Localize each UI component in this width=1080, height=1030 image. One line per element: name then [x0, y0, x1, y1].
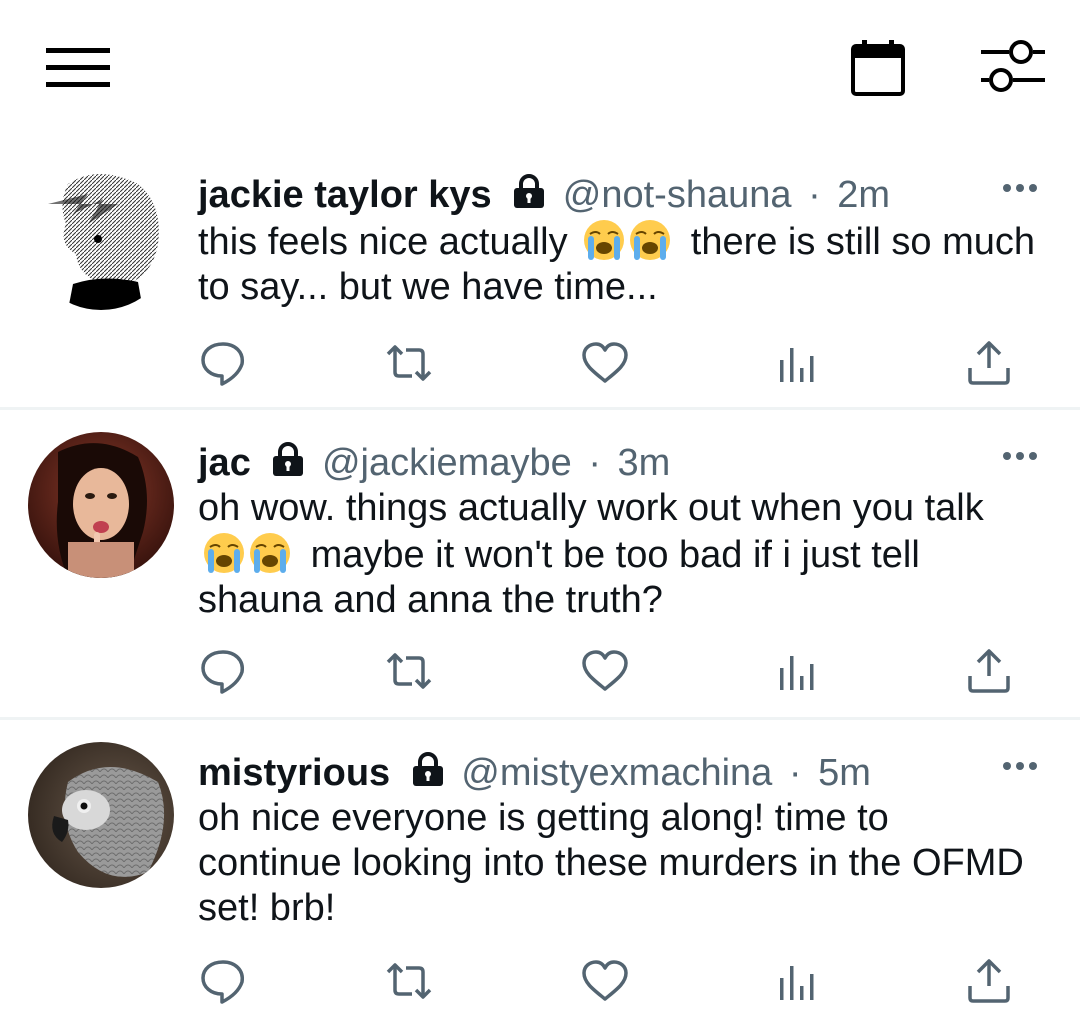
tweet-text: oh wow. things actually work out when yo… [198, 486, 1038, 623]
analytics-icon[interactable] [772, 646, 822, 696]
like-heart-icon[interactable] [580, 956, 630, 1006]
crying-emoji-icon [202, 531, 294, 575]
tweet-text: oh nice everyone is getting along! time … [198, 796, 1038, 931]
lock-icon [411, 752, 445, 799]
tweet[interactable]: jac @jackiemaybe · 3m oh wow. things act… [0, 410, 1080, 720]
tweet-actions [198, 646, 1018, 698]
display-name[interactable]: jac [198, 442, 251, 484]
handle[interactable]: @jackiemaybe [322, 442, 572, 484]
reply-icon[interactable] [198, 646, 248, 696]
calendar-icon[interactable] [846, 36, 910, 102]
tweet-text-part: this feels nice actually [198, 221, 568, 263]
tweet-actions [198, 338, 1018, 390]
reply-icon[interactable] [198, 338, 248, 388]
tweet-actions [198, 956, 1018, 1008]
crying-emoji-icon [582, 218, 674, 262]
tweet[interactable]: mistyrious @mistyexmachina · 5m oh nice … [0, 720, 1080, 1030]
more-options-icon[interactable] [1000, 756, 1040, 776]
reply-icon[interactable] [198, 956, 248, 1006]
like-heart-icon[interactable] [580, 338, 630, 388]
share-icon[interactable] [964, 646, 1014, 696]
like-heart-icon[interactable] [580, 646, 630, 696]
handle[interactable]: @not-shauna [563, 174, 792, 216]
retweet-icon[interactable] [384, 646, 434, 696]
timestamp[interactable]: 3m [618, 442, 671, 484]
lock-icon [512, 174, 546, 221]
tweet-text-part: maybe it won't be too bad if i just tell… [198, 534, 920, 621]
separator: · [808, 174, 821, 216]
display-name[interactable]: jackie taylor kys [198, 174, 492, 216]
more-options-icon[interactable] [1000, 446, 1040, 466]
lock-icon [271, 442, 305, 489]
separator: · [788, 752, 802, 794]
tweet-header: jackie taylor kys @not-shauna · 2m [198, 172, 1020, 221]
retweet-icon[interactable] [384, 338, 434, 388]
handle[interactable]: @mistyexmachina [461, 752, 772, 794]
timestamp[interactable]: 2m [837, 174, 890, 216]
avatar[interactable] [28, 432, 174, 578]
filter-sliders-icon[interactable] [975, 36, 1051, 96]
separator: · [588, 442, 601, 484]
tweet-text: this feels nice actually there is still … [198, 218, 1038, 310]
tweet-text-part: oh wow. things actually work out when yo… [198, 487, 984, 529]
tweet[interactable]: jackie taylor kys @not-shauna · 2m this … [0, 100, 1080, 410]
retweet-icon[interactable] [384, 956, 434, 1006]
tweet-text-part: oh nice everyone is getting along! time … [198, 797, 1024, 929]
analytics-icon[interactable] [772, 338, 822, 388]
avatar[interactable] [28, 164, 174, 310]
avatar[interactable] [28, 742, 174, 888]
hamburger-menu-icon[interactable] [40, 40, 116, 96]
display-name[interactable]: mistyrious [198, 752, 390, 794]
share-icon[interactable] [964, 956, 1014, 1006]
analytics-icon[interactable] [772, 956, 822, 1006]
more-options-icon[interactable] [1000, 178, 1040, 198]
share-icon[interactable] [964, 338, 1014, 388]
tweet-header: mistyrious @mistyexmachina · 5m [198, 750, 1020, 799]
timestamp[interactable]: 5m [818, 752, 871, 794]
tweet-header: jac @jackiemaybe · 3m [198, 440, 1020, 489]
